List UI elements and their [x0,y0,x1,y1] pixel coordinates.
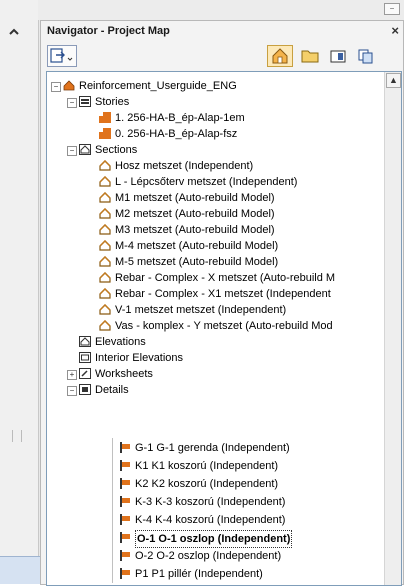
tree-item-label: M1 metszet (Auto-rebuild Model) [115,192,275,204]
tree-item-label: L - Lépcsőterv metszet (Independent) [115,176,298,188]
tree-item-label: M3 metszet (Auto-rebuild Model) [115,224,275,236]
tree-item-label: 0. 256-HA-B_ép-Alap-fsz [115,128,238,140]
tree-item-label: K2 K2 koszorú (Independent) [135,478,279,490]
tree-item-label: Vas - komplex - Y metszet (Auto-rebuild … [115,320,333,332]
publisher-sets-icon [358,49,373,64]
tree-item-label: V-1 metszet metszet (Independent) [115,304,287,316]
expand-toggle-icon[interactable]: + [67,370,77,380]
tree-item-label: K1 K1 koszorú (Independent) [135,460,279,472]
detail-marker-icon [120,532,130,543]
detail-marker-icon [120,514,130,525]
panel-close-button[interactable]: × [391,23,399,38]
tree-item-label: Reinforcement_Userguide_ENG [79,80,237,92]
tree-item-label: P1 P1 pillér (Independent) [135,568,263,580]
detail-marker-icon [120,496,130,507]
tree-item-label: K-3 K-3 koszorú (Independent) [135,496,286,508]
detail-marker-icon [120,568,130,579]
section-house-icon [99,224,111,235]
tree-item-label: O-2 O-2 oszlop (Independent) [135,550,282,562]
tree-item-label: K-4 K-4 koszorú (Independent) [135,514,286,526]
detail-marker-icon [120,460,130,471]
detail-marker-icon [120,550,130,561]
project-map-button[interactable] [267,45,293,67]
project-house-icon [63,80,75,91]
panel-header: Navigator - Project Map × [41,21,403,41]
section-house-icon [99,160,111,171]
section-house-icon [99,256,111,267]
tree-item-label: Interior Elevations [95,352,184,364]
section-house-icon [99,192,111,203]
project-map-icon [272,48,288,64]
interior-elevations-icon [79,352,91,363]
layout-book-icon [330,50,346,63]
layout-book-button[interactable] [325,45,351,67]
section-house-icon [99,208,111,219]
tree-item-label: 1. 256-HA-B_ép-Alap-1em [115,112,245,124]
section-house-icon [99,320,111,331]
view-map-icon [301,50,319,63]
collapse-toggle-icon[interactable]: − [67,386,77,396]
tree-item-label: Worksheets [95,368,153,380]
navigator-toolbar [41,43,403,69]
splitter-grip[interactable] [12,430,22,442]
palette-top-bar: − [38,0,404,20]
tree-scrollbar[interactable]: ▲ [384,72,401,585]
tree-item-label: Elevations [95,336,146,348]
tree-item-label: Stories [95,96,130,108]
tree-item-label: Hosz metszet (Independent) [115,160,254,172]
stories-icon [79,96,91,107]
left-dock-strip [0,0,39,583]
section-house-icon [99,288,111,299]
story-icon [99,128,111,139]
collapse-toggle-icon[interactable]: − [67,98,77,108]
section-house-icon [99,304,111,315]
tree-item-label: Details [95,384,129,396]
palette-options-button[interactable]: − [384,3,400,15]
view-map-button[interactable] [297,45,323,67]
tree-item-label: M-4 metszet (Auto-rebuild Model) [115,240,279,252]
details-magnified-view: G-1 G-1 gerenda (Independent) K1 K1 kosz… [112,438,343,583]
navigator-mode-button[interactable] [47,45,77,67]
section-house-icon [99,272,111,283]
tree-item-label: O-1 O-1 oszlop (Independent) [135,530,293,548]
collapse-toggle-icon[interactable]: − [51,82,61,92]
section-house-icon [99,176,111,187]
panel-title: Navigator - Project Map [47,25,170,37]
collapse-toggle-icon[interactable]: − [67,146,77,156]
detail-marker-icon [120,442,130,453]
elevations-icon [79,336,91,347]
section-house-icon [99,240,111,251]
worksheets-icon [79,368,91,379]
scroll-up-icon[interactable]: ▲ [386,73,401,88]
tree-item-label: Rebar - Complex - X metszet (Auto-rebuil… [115,272,336,284]
tree-item-label: G-1 G-1 gerenda (Independent) [135,442,290,454]
navigator-mode-icon [50,48,73,63]
detail-marker-icon [120,478,130,489]
tree-item-label: Rebar - Complex - X1 metszet (Independen… [115,288,331,300]
details-icon [79,384,91,395]
tree-item-label: Sections [95,144,138,156]
sections-icon [79,144,91,155]
publisher-sets-button[interactable] [353,45,379,67]
tree-item-label: M2 metszet (Auto-rebuild Model) [115,208,275,220]
tree-item-label: M-5 metszet (Auto-rebuild Model) [115,256,279,268]
collapse-arrow-icon[interactable] [8,26,20,38]
story-icon [99,112,111,123]
